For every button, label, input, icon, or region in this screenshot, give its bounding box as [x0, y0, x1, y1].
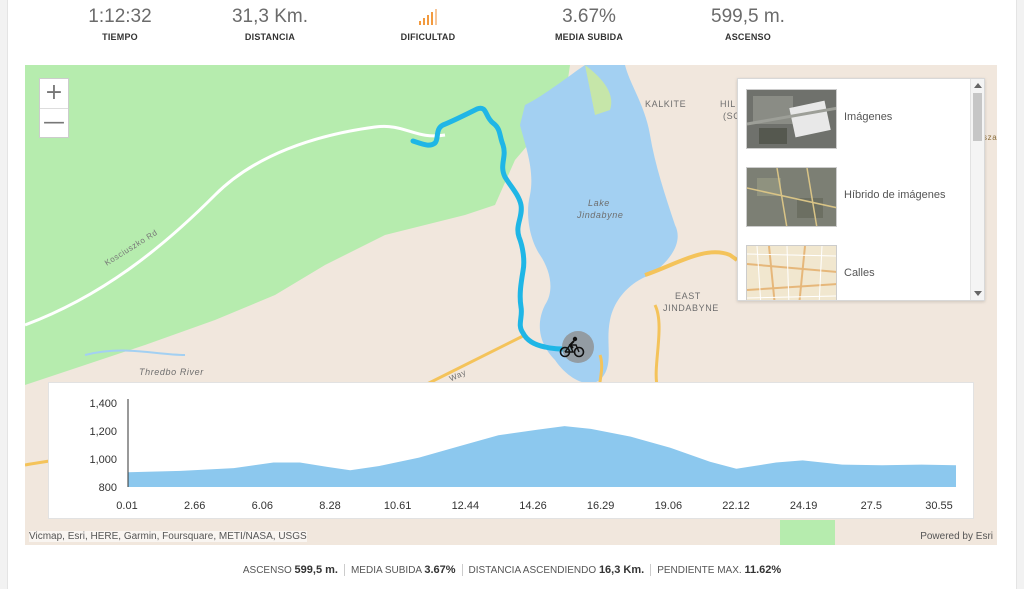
summary-avg-climb: MEDIA SUBIDA 3.67%	[343, 564, 462, 576]
summary-climb-distance-label: DISTANCIA ASCENDIENDO	[468, 565, 597, 576]
ride-stats-bar: 1:12:32 TIEMPO 31,3 Km. DISTANCIA DIFICU…	[50, 4, 810, 50]
stat-ascent-label: ASCENSO	[725, 32, 771, 42]
stat-distance-value: 31,3 Km.	[231, 6, 309, 27]
route-map[interactable]: + — KALKITE HIL (SC Lake Jindabyne EAST …	[25, 65, 997, 545]
summary-avg-climb-label: MEDIA SUBIDA	[350, 565, 422, 576]
elevation-profile[interactable]: 800 1,000 1,200 1,400 0.01 2.66 6.06 8.28 10.61 1…	[48, 382, 974, 519]
stat-ascent-value: 599,5 m.	[711, 6, 785, 27]
map-label-east: EAST	[675, 291, 701, 301]
scroll-up-icon[interactable]	[974, 83, 982, 88]
summary-max-gradient: PENDIENTE MAX. 11.62%	[650, 564, 787, 576]
basemap-option-hybrid-label: Híbrido de imágenes	[844, 189, 946, 201]
right-frame-border	[1016, 0, 1024, 589]
stat-ascent: 599,5 m. ASCENSO	[678, 4, 818, 43]
map-attribution: Vicmap, Esri, HERE, Garmin, Foursquare, …	[29, 531, 307, 542]
basemap-gallery: Imágenes Híbrido de imágenes Calles	[737, 78, 985, 301]
map-label-edge: sza	[983, 133, 997, 142]
map-label-kalkite: KALKITE	[645, 99, 687, 109]
imagery-thumb	[746, 89, 837, 149]
x-tick-label: 27.5	[861, 500, 882, 512]
x-tick-label: 14.26	[519, 500, 547, 512]
stat-time: 1:12:32 TIEMPO	[50, 4, 190, 43]
gallery-scrollbar[interactable]	[970, 79, 984, 300]
stat-distance-label: DISTANCIA	[244, 32, 296, 42]
map-label-lake-name: Jindabyne	[577, 210, 624, 220]
y-tick-label: 800	[99, 482, 117, 494]
stat-avg-climb-value: 3.67%	[562, 6, 616, 27]
elevation-area	[128, 426, 956, 487]
zoom-out-button[interactable]: —	[40, 108, 68, 137]
basemap-option-imagery[interactable]: Imágenes	[746, 89, 961, 151]
x-tick-label: 24.19	[790, 500, 818, 512]
basemap-option-hybrid[interactable]: Híbrido de imágenes	[746, 167, 961, 229]
y-tick-label: 1,000	[89, 454, 117, 466]
elevation-chart: 800 1,000 1,200 1,400 0.01 2.66 6.06 8.28 10.61 1…	[89, 398, 956, 512]
x-tick-label: 0.01	[116, 500, 137, 512]
stat-avg-climb-label: MEDIA SUBIDA	[554, 32, 624, 42]
left-frame-border	[0, 0, 8, 589]
summary-climb-distance-value: 16,3 Km.	[598, 564, 645, 576]
difficulty-bars-icon	[358, 4, 498, 30]
powered-by-esri[interactable]: Powered by Esri	[920, 531, 993, 542]
map-label-hill: HIL	[720, 99, 736, 109]
stat-distance: 31,3 Km. DISTANCIA	[200, 4, 340, 43]
x-tick-label: 12.44	[452, 500, 480, 512]
summary-ascent-value: 599,5 m.	[294, 564, 338, 576]
x-tick-label: 6.06	[252, 500, 273, 512]
ride-summary-footer: ASCENSO 599,5 m. MEDIA SUBIDA 3.67% DIST…	[0, 564, 1024, 576]
streets-thumb	[746, 245, 837, 300]
x-tick-label: 16.29	[587, 500, 615, 512]
x-tick-label: 30.55	[925, 500, 953, 512]
basemap-option-imagery-label: Imágenes	[844, 111, 893, 123]
map-label-river: Thredbo River	[139, 367, 204, 377]
x-tick-label: 2.66	[184, 500, 205, 512]
cyclist-icon	[559, 336, 585, 358]
stat-time-value: 1:12:32	[88, 6, 152, 27]
hybrid-thumb	[746, 167, 837, 227]
stat-difficulty: DIFICULTAD	[358, 4, 498, 43]
summary-avg-climb-value: 3.67%	[424, 564, 456, 576]
zoom-controls: + —	[39, 78, 69, 138]
map-label-east-jindabyne: JINDABYNE	[663, 303, 719, 313]
x-tick-label: 10.61	[384, 500, 412, 512]
basemap-option-streets-label: Calles	[844, 267, 875, 279]
zoom-in-button[interactable]: +	[40, 79, 68, 108]
stat-avg-climb: 3.67% MEDIA SUBIDA	[519, 4, 659, 43]
summary-climb-distance: DISTANCIA ASCENDIENDO 16,3 Km.	[461, 564, 651, 576]
x-tick-label: 22.12	[722, 500, 750, 512]
stat-time-label: TIEMPO	[102, 32, 138, 42]
x-tick-label: 8.28	[319, 500, 340, 512]
map-label-lake: Lake	[588, 198, 610, 208]
scroll-thumb[interactable]	[973, 93, 982, 141]
scroll-down-icon[interactable]	[974, 291, 982, 296]
basemap-option-streets[interactable]: Calles	[746, 245, 961, 300]
summary-ascent-label: ASCENSO	[242, 565, 292, 576]
summary-max-gradient-value: 11.62%	[744, 564, 782, 576]
stat-difficulty-label: DIFICULTAD	[400, 32, 456, 42]
summary-max-gradient-label: PENDIENTE MAX.	[657, 565, 742, 576]
y-tick-label: 1,200	[89, 426, 117, 438]
x-tick-label: 19.06	[655, 500, 683, 512]
y-tick-label: 1,400	[89, 398, 117, 410]
summary-ascent: ASCENSO 599,5 m.	[237, 564, 344, 576]
